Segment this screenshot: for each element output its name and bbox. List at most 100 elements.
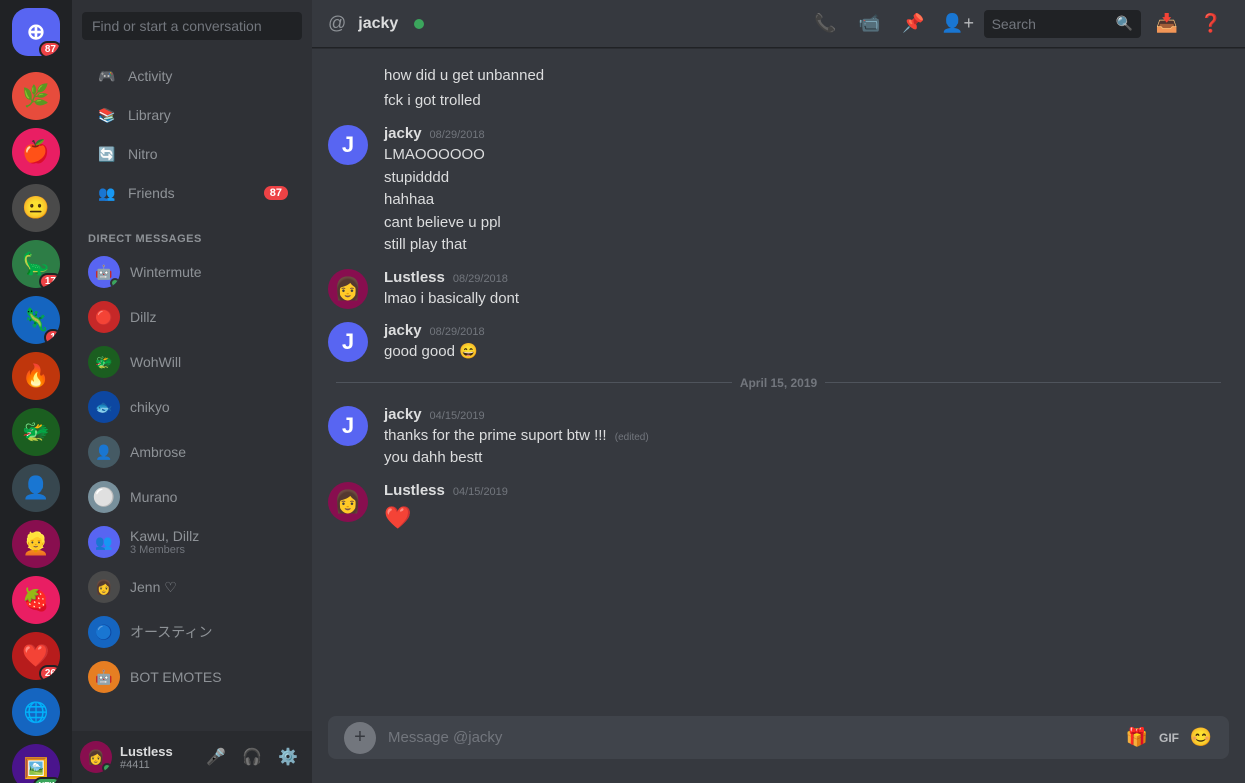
call-button[interactable]: 📞 <box>808 6 844 42</box>
server-icon-6[interactable]: 🔥 <box>12 352 60 400</box>
dm-name-austin: オースティン <box>130 622 296 642</box>
channel-name: jacky <box>358 15 398 33</box>
home-badge: 87 <box>39 41 60 56</box>
server-4-badge: 17 <box>39 273 60 288</box>
dm-info-ambrose: Ambrose <box>130 444 296 460</box>
msg-text: cant believe u ppl <box>384 212 1229 235</box>
gift-button[interactable]: 🎁 <box>1125 726 1149 750</box>
message-group-lustless-1: 👩 Lustless 08/29/2018 lmao i basically d… <box>312 265 1245 315</box>
msg-username: jacky <box>384 406 422 423</box>
dm-avatar-murano: ⚪ <box>88 481 120 513</box>
channel-at-icon: @ <box>328 13 346 34</box>
msg-text: good good 😄 <box>384 341 1229 364</box>
dm-item-wintermute[interactable]: 🤖 Wintermute <box>80 250 304 294</box>
msg-content-lustless-1: Lustless 08/29/2018 lmao i basically don… <box>384 269 1229 311</box>
server-icon-9[interactable]: 👱 <box>12 520 60 568</box>
msg-timestamp: 08/29/2018 <box>453 273 508 285</box>
server-icon-4[interactable]: 🦕 17 <box>12 240 60 288</box>
msg-text: hahhaa <box>384 189 1229 212</box>
dm-info-wintermute: Wintermute <box>130 264 296 280</box>
msg-heart: ❤️ <box>384 501 1229 534</box>
dm-item-chikyo[interactable]: 🐟 chikyo <box>80 385 304 429</box>
nav-library-label: Library <box>128 107 171 123</box>
server-5-badge: 1 <box>44 329 60 344</box>
dm-item-jenn[interactable]: 👩 Jenn ♡ <box>80 565 304 609</box>
msg-content-jacky-3: jacky 04/15/2019 thanks for the prime su… <box>384 406 1229 470</box>
server-home-button[interactable]: ⊕ 87 <box>12 8 60 56</box>
dm-info-wohwill: WohWill <box>130 354 296 370</box>
settings-button[interactable]: ⚙️ <box>272 741 304 773</box>
mute-button[interactable]: 🎤 <box>200 741 232 773</box>
dm-name-dillz: Dillz <box>130 309 296 325</box>
dm-name-botemotes: BOT EMOTES <box>130 669 296 685</box>
video-button[interactable]: 📹 <box>852 6 888 42</box>
server-icon-10[interactable]: 🍓 <box>12 576 60 624</box>
inbox-button[interactable]: 📥 <box>1149 6 1185 42</box>
message-group-jacky-3: J jacky 04/15/2019 thanks for the prime … <box>312 402 1245 474</box>
dm-item-kawu[interactable]: 👥 Kawu, Dillz 3 Members <box>80 520 304 564</box>
msg-timestamp: 04/15/2019 <box>430 410 485 422</box>
username-label: Lustless <box>120 744 192 759</box>
dm-item-dillz[interactable]: 🔴 Dillz <box>80 295 304 339</box>
server-11-badge: 26 <box>39 665 60 680</box>
nav-nitro[interactable]: 🔄 Nitro <box>80 135 304 173</box>
gif-button[interactable]: GIF <box>1157 726 1181 750</box>
dm-item-austin[interactable]: 🔵 オースティン <box>80 610 304 654</box>
dm-item-botemotes[interactable]: 🤖 BOT EMOTES <box>80 655 304 699</box>
user-avatar: 👩 <box>80 741 112 773</box>
dm-info-jenn: Jenn ♡ <box>130 579 296 596</box>
msg-header-jacky-1: jacky 08/29/2018 <box>384 125 1229 142</box>
user-status-dot <box>102 763 112 773</box>
msg-avatar-lustless: 👩 <box>328 269 368 309</box>
msg-content-jacky-1: jacky 08/29/2018 LMAOOOOOO stupidddd hah… <box>384 125 1229 257</box>
msg-username: Lustless <box>384 269 445 286</box>
dm-item-ambrose[interactable]: 👤 Ambrose <box>80 430 304 474</box>
pin-button[interactable]: 📌 <box>896 6 932 42</box>
dm-sub-kawu: 3 Members <box>130 544 296 556</box>
add-friend-button[interactable]: 👤+ <box>940 6 976 42</box>
deafen-button[interactable]: 🎧 <box>236 741 268 773</box>
search-input[interactable] <box>992 16 1112 32</box>
server-icon-13[interactable]: 🖼️ NEW <box>12 744 60 783</box>
server-icon-2[interactable]: 🍎 <box>12 128 60 176</box>
message-group-jacky-2: J jacky 08/29/2018 good good 😄 <box>312 318 1245 368</box>
nav-library[interactable]: 📚 Library <box>80 96 304 134</box>
server-icon-3[interactable]: 😐 <box>12 184 60 232</box>
search-bar-area <box>72 0 312 52</box>
server-icon-11[interactable]: ❤️ 26 <box>12 632 60 680</box>
msg-text: fck i got trolled <box>384 92 481 109</box>
add-attachment-button[interactable]: + <box>344 722 376 754</box>
help-button[interactable]: ❓ <box>1193 6 1229 42</box>
dm-avatar-kawu: 👥 <box>88 526 120 558</box>
dm-section-header: DIRECT MESSAGES <box>72 217 312 249</box>
dm-item-murano[interactable]: ⚪ Murano <box>80 475 304 519</box>
server-icon-7[interactable]: 🐲 <box>12 408 60 456</box>
dm-name-wintermute: Wintermute <box>130 264 296 280</box>
user-tag-label: #4411 <box>120 759 192 771</box>
friends-icon: 👥 <box>96 182 118 204</box>
server-icon-8[interactable]: 👤 <box>12 464 60 512</box>
msg-username: jacky <box>384 322 422 339</box>
msg-username: Lustless <box>384 482 445 499</box>
msg-continuation-1: how did u get unbanned <box>312 64 1245 89</box>
dm-avatar-wintermute: 🤖 <box>88 256 120 288</box>
dm-item-wohwill[interactable]: 🐲 WohWill <box>80 340 304 384</box>
nav-activity-label: Activity <box>128 68 172 84</box>
emoji-button[interactable]: 😊 <box>1189 726 1213 750</box>
server-icon-5[interactable]: 🦎 1 <box>12 296 60 344</box>
dm-name-wohwill: WohWill <box>130 354 296 370</box>
user-controls: 🎤 🎧 ⚙️ <box>200 741 304 773</box>
msg-content-jacky-2: jacky 08/29/2018 good good 😄 <box>384 322 1229 364</box>
date-divider: April 15, 2019 <box>312 368 1245 398</box>
msg-header-lustless-2: Lustless 04/15/2019 <box>384 482 1229 499</box>
message-input[interactable] <box>388 716 1113 759</box>
dm-name-jenn: Jenn ♡ <box>130 579 296 596</box>
nav-friends[interactable]: 👥 Friends 87 <box>80 174 304 212</box>
server-icon-12[interactable]: 🌐 <box>12 688 60 736</box>
msg-text: lmao i basically dont <box>384 288 1229 311</box>
dm-info-austin: オースティン <box>130 622 296 642</box>
nav-activity[interactable]: 🎮 Activity <box>80 57 304 95</box>
msg-text: stupidddd <box>384 167 1229 190</box>
find-conversation-input[interactable] <box>82 12 302 40</box>
server-icon-1[interactable]: 🌿 <box>12 72 60 120</box>
